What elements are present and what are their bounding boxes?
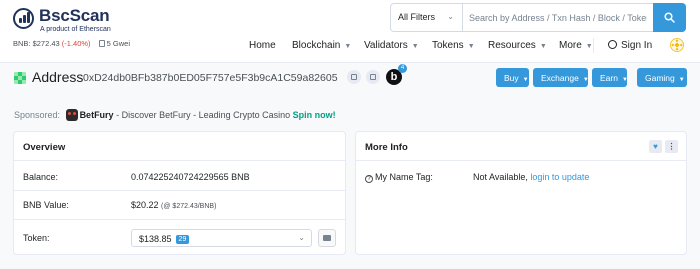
page-title: Address bbox=[32, 69, 84, 85]
chevron-down-icon: ⌄ bbox=[447, 12, 454, 21]
balance-label: Balance: bbox=[23, 172, 59, 182]
bnb-value-rate: (@ $272.43/BNB) bbox=[161, 203, 217, 210]
chevron-down-icon: ⌄ bbox=[298, 233, 305, 242]
row-divider bbox=[14, 190, 345, 191]
chevron-down-icon: ▼ bbox=[522, 77, 529, 83]
search-filter-label: All Filters bbox=[398, 12, 436, 22]
gas-price-value: 5 Gwei bbox=[106, 39, 130, 48]
name-tag-label-text: My Name Tag: bbox=[375, 172, 433, 182]
bnb-price-ticker: BNB: $272.43 (-1.40%) 5 Gwei bbox=[13, 39, 130, 48]
copy-icon bbox=[351, 74, 357, 80]
search-icon bbox=[664, 12, 675, 23]
address-avatar-icon bbox=[14, 72, 26, 84]
name-tag-value: Not Available, login to update bbox=[473, 172, 589, 182]
chevron-down-icon: ▼ bbox=[539, 43, 547, 50]
brand-tagline: A product of Etherscan bbox=[40, 26, 111, 33]
nav-tokens-label: Tokens bbox=[432, 40, 464, 51]
site-header: BscScan A product of Etherscan All Filte… bbox=[0, 0, 700, 63]
nav-more-label: More bbox=[559, 40, 582, 51]
chart-logo-icon bbox=[13, 8, 34, 29]
search-bar: All Filters ⌄ bbox=[390, 3, 686, 32]
bnb-chain-icon[interactable] bbox=[670, 38, 684, 52]
buy-button[interactable]: Buy ▼ bbox=[496, 68, 529, 87]
bnb-price-change: (-1.40%) bbox=[61, 39, 91, 48]
bnb-value: $20.22 (@ $272.43/BNB) bbox=[131, 200, 216, 210]
chevron-down-icon: ▼ bbox=[344, 43, 352, 50]
bnb-value-amount: $20.22 bbox=[131, 200, 159, 210]
chevron-down-icon: ▼ bbox=[585, 43, 593, 50]
name-tag-status: Not Available, bbox=[473, 172, 528, 182]
search-button[interactable] bbox=[653, 3, 686, 32]
chevron-down-icon: ▼ bbox=[411, 43, 419, 50]
nav-sign-in-label: Sign In bbox=[621, 40, 653, 51]
heart-icon[interactable]: ♥ bbox=[649, 140, 662, 153]
nav-home[interactable]: Home bbox=[249, 40, 276, 51]
token-holdings-button[interactable] bbox=[318, 229, 336, 247]
brand-name: BscScan bbox=[39, 6, 110, 25]
more-info-title: More Info bbox=[365, 142, 408, 153]
buy-label: Buy bbox=[504, 73, 519, 83]
token-holdings-dropdown[interactable]: $138.85 29 ⌄ bbox=[131, 229, 312, 247]
sponsor-name[interactable]: BetFury bbox=[80, 110, 114, 120]
sponsor-cta-link[interactable]: Spin now! bbox=[293, 110, 336, 120]
earn-label: Earn bbox=[600, 73, 618, 83]
chat-count-badge: 4 bbox=[398, 64, 407, 73]
bscscan-logo[interactable]: BscScan A product of Etherscan bbox=[13, 6, 133, 33]
nav-divider bbox=[593, 38, 594, 53]
name-tag-label: ? My Name Tag: bbox=[365, 172, 433, 183]
copy-address-button[interactable] bbox=[347, 70, 361, 84]
chevron-down-icon: ▼ bbox=[467, 43, 475, 50]
nav-validators[interactable]: Validators ▼ bbox=[364, 40, 419, 51]
gas-pump-icon bbox=[98, 40, 105, 47]
qr-code-icon bbox=[370, 74, 376, 80]
bnb-price: BNB: $272.43 bbox=[13, 39, 60, 48]
token-label: Token: bbox=[23, 233, 50, 243]
bnb-value-label: BNB Value: bbox=[23, 200, 69, 210]
nav-blockchain[interactable]: Blockchain ▼ bbox=[292, 40, 351, 51]
token-value: $138.85 bbox=[139, 234, 172, 244]
login-to-update-link[interactable]: login to update bbox=[530, 172, 589, 182]
token-count-badge: 29 bbox=[175, 235, 190, 244]
chevron-down-icon: ▼ bbox=[678, 77, 685, 83]
chevron-down-icon: ▼ bbox=[621, 77, 628, 83]
gas-price[interactable]: 5 Gwei bbox=[98, 39, 130, 48]
earn-button[interactable]: Earn ▼ bbox=[592, 68, 628, 87]
balance-value: 0.074225240724229565 BNB bbox=[131, 172, 250, 182]
nav-resources-label: Resources bbox=[488, 40, 536, 51]
question-icon: ? bbox=[365, 175, 373, 183]
address-hash: 0xD24db0BFb387b0ED05F757e5F3b9cA1C59a826… bbox=[83, 72, 338, 84]
wallet-icon bbox=[323, 235, 331, 241]
nav-more[interactable]: More ▼ bbox=[559, 40, 593, 51]
nav-sign-in[interactable]: Sign In bbox=[608, 40, 652, 51]
more-info-card: More Info ♥ ⋮ ? My Name Tag: Not Availabl… bbox=[355, 131, 687, 255]
overview-card: Overview Balance: 0.074225240724229565 B… bbox=[13, 131, 346, 255]
search-input[interactable] bbox=[463, 4, 653, 31]
sponsored-label: Sponsored: bbox=[14, 110, 61, 120]
user-icon bbox=[608, 40, 617, 49]
gaming-label: Gaming bbox=[645, 73, 675, 83]
nav-blockchain-label: Blockchain bbox=[292, 40, 341, 51]
gaming-button[interactable]: Gaming ▼ bbox=[637, 68, 687, 87]
sponsor-text: - Discover BetFury - Leading Crypto Casi… bbox=[113, 110, 293, 120]
nav-validators-label: Validators bbox=[364, 40, 408, 51]
sponsored-banner: Sponsored: BetFury - Discover BetFury - … bbox=[14, 109, 336, 121]
exchange-label: Exchange bbox=[541, 73, 579, 83]
exchange-button[interactable]: Exchange ▼ bbox=[533, 68, 589, 87]
overview-title: Overview bbox=[14, 132, 345, 161]
more-options-icon[interactable]: ⋮ bbox=[665, 140, 678, 153]
betfury-logo-icon bbox=[65, 109, 78, 121]
search-filter-select[interactable]: All Filters ⌄ bbox=[391, 4, 463, 31]
row-divider bbox=[14, 219, 345, 220]
nav-tokens[interactable]: Tokens ▼ bbox=[432, 40, 475, 51]
nav-resources[interactable]: Resources ▼ bbox=[488, 40, 547, 51]
qr-code-button[interactable] bbox=[366, 70, 380, 84]
more-info-header: More Info ♥ ⋮ bbox=[356, 132, 686, 161]
chevron-down-icon: ▼ bbox=[582, 77, 589, 83]
